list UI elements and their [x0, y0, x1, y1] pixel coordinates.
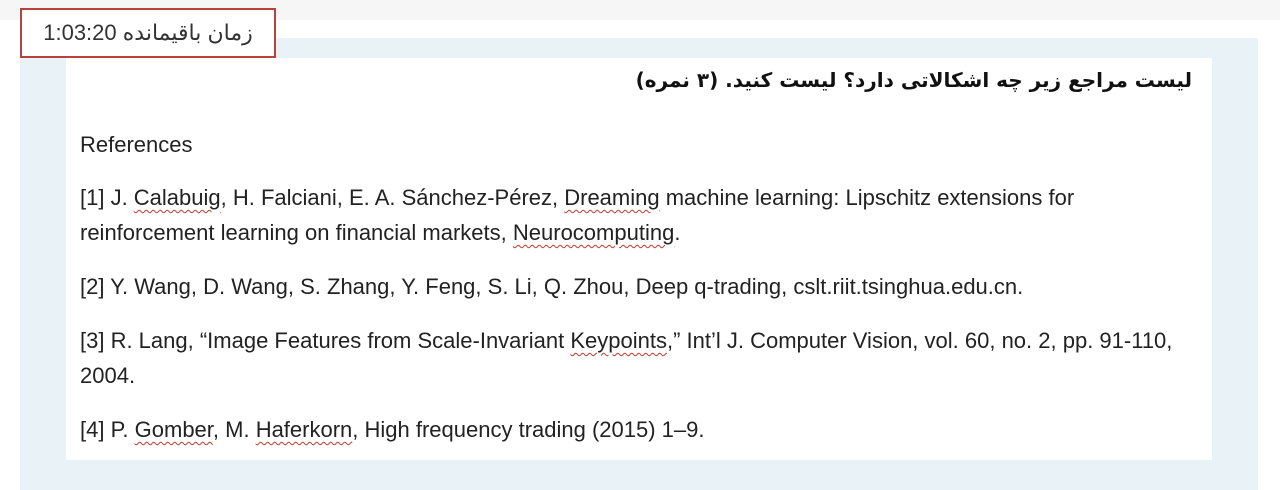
references-heading: References	[80, 132, 193, 157]
ref1-part-a: [1] J.	[80, 185, 134, 210]
document-image: لیست مراجع زیر چه اشکالاتی دارد؟ لیست کن…	[66, 58, 1212, 460]
ref1-part-g: .	[674, 220, 681, 245]
ref4-misspelled-haferkorn: Haferkorn	[255, 417, 353, 442]
timer-box: زمان باقیمانده 1:03:20	[20, 8, 276, 58]
ref3-part-a: [3] R. Lang, “Image Features from Scale-…	[80, 328, 571, 353]
reference-item-1: [1] J. Calabuig, H. Falciani, E. A. Sánc…	[80, 180, 1190, 250]
timer-text: زمان باقیمانده 1:03:20	[43, 20, 253, 46]
ref4-part-e: , High frequency trading (2015) 1–9.	[352, 417, 705, 442]
ref1-misspelled-neurocomputing: Neurocomputing	[512, 220, 675, 245]
ref1-misspelled-dreaming: Dreaming	[564, 185, 660, 210]
reference-item-2: [2] Y. Wang, D. Wang, S. Zhang, Y. Feng,…	[80, 274, 1024, 299]
ref4-misspelled-gomber: Gomber	[134, 417, 213, 442]
timer-label: زمان باقیمانده	[122, 20, 253, 45]
question-text: لیست مراجع زیر چه اشکالاتی دارد؟ لیست کن…	[635, 68, 1192, 92]
timer-value: 1:03:20	[43, 20, 117, 45]
ref3-misspelled-keypoints: Keypoints	[570, 328, 667, 353]
ref1-misspelled-calabuig: Calabuig	[133, 185, 221, 210]
ref4-part-c: , M.	[212, 417, 256, 442]
reference-item-3: [3] R. Lang, “Image Features from Scale-…	[80, 323, 1190, 393]
reference-item-4: [4] P. Gomber, M. Haferkorn, High freque…	[80, 412, 1190, 447]
ref4-part-a: [4] P.	[80, 417, 135, 442]
ref1-part-c: , H. Falciani, E. A. Sánchez-Pérez,	[220, 185, 565, 210]
